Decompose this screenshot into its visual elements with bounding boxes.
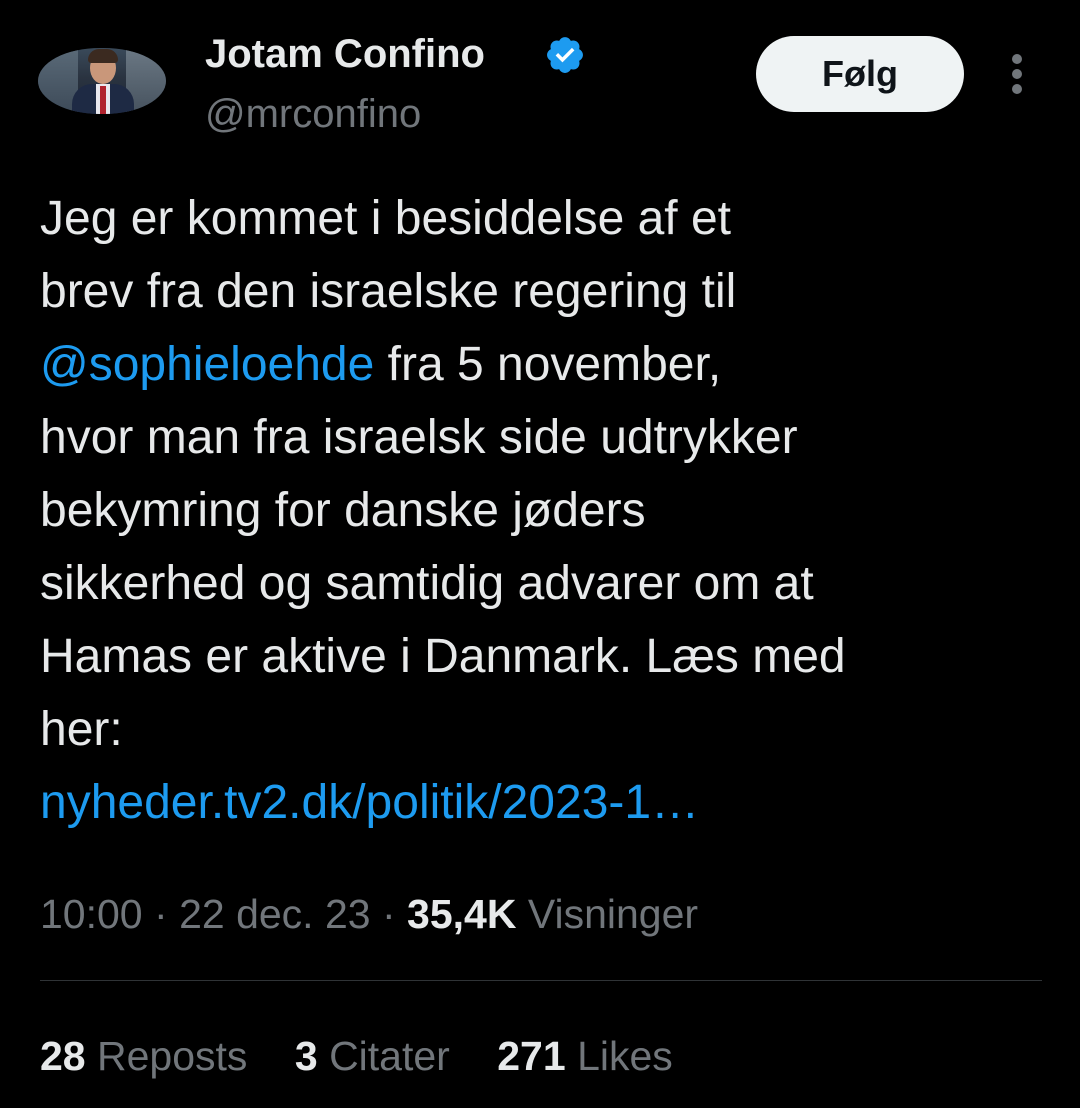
- quotes-label: Citater: [329, 1033, 450, 1079]
- tweet-line: Hamas er aktive i Danmark. Læs med: [40, 630, 846, 683]
- tweet-line-rest: fra 5 november,: [387, 338, 722, 391]
- tweet-line: sikkerhed og samtidig advarer om at: [40, 557, 814, 610]
- likes-stat[interactable]: 271 Likes: [497, 1030, 673, 1082]
- tweet-line: brev fra den israelske regering til: [40, 265, 737, 318]
- avatar-tie: [100, 86, 106, 114]
- views-label: Visninger: [527, 891, 699, 937]
- reposts-stat[interactable]: 28 Reposts: [40, 1030, 247, 1082]
- tweet-time[interactable]: 10:00: [40, 891, 143, 937]
- likes-count: 271: [497, 1033, 566, 1079]
- tweet-line: hvor man fra israelsk side udtrykker: [40, 411, 798, 464]
- more-vertical-icon[interactable]: [1002, 54, 1032, 94]
- reposts-count: 28: [40, 1033, 86, 1079]
- engagement-stats: 28 Reposts 3 Citater 271 Likes: [40, 1030, 709, 1082]
- author-name[interactable]: Jotam Confino: [205, 30, 485, 78]
- avatar[interactable]: [38, 48, 166, 114]
- verified-badge-icon: [547, 37, 583, 73]
- tweet-line: bekymring for danske jøders: [40, 484, 646, 537]
- more-dot: [1012, 69, 1022, 79]
- mention-link[interactable]: @sophieloehde: [40, 338, 374, 391]
- quotes-stat[interactable]: 3 Citater: [295, 1030, 450, 1082]
- tweet-meta: 10:00 · 22 dec. 23 · 35,4K Visninger: [40, 888, 698, 940]
- quotes-count: 3: [294, 1033, 318, 1079]
- article-link[interactable]: nyheder.tv2.dk/politik/2023-1…: [40, 766, 1050, 839]
- avatar-hair: [88, 49, 118, 63]
- reposts-label: Reposts: [97, 1033, 248, 1079]
- meta-separator: ·: [381, 891, 396, 937]
- tweet-text: Jeg er kommet i besiddelse af et brev fr…: [40, 182, 1050, 839]
- likes-label: Likes: [577, 1033, 673, 1079]
- tweet-line-with-mention: @sophieloehde fra 5 november,: [40, 328, 1050, 401]
- more-dot: [1012, 54, 1022, 64]
- tweet-line: Jeg er kommet i besiddelse af et: [40, 192, 732, 245]
- follow-button[interactable]: Følg: [756, 36, 964, 112]
- views-count: 35,4K: [407, 891, 517, 937]
- tweet-line: her:: [40, 703, 123, 756]
- meta-separator: ·: [154, 891, 168, 937]
- more-dot: [1012, 84, 1022, 94]
- divider: [40, 980, 1042, 981]
- tweet-date[interactable]: 22 dec. 23: [179, 891, 371, 937]
- author-handle[interactable]: @mrconfino: [205, 90, 421, 138]
